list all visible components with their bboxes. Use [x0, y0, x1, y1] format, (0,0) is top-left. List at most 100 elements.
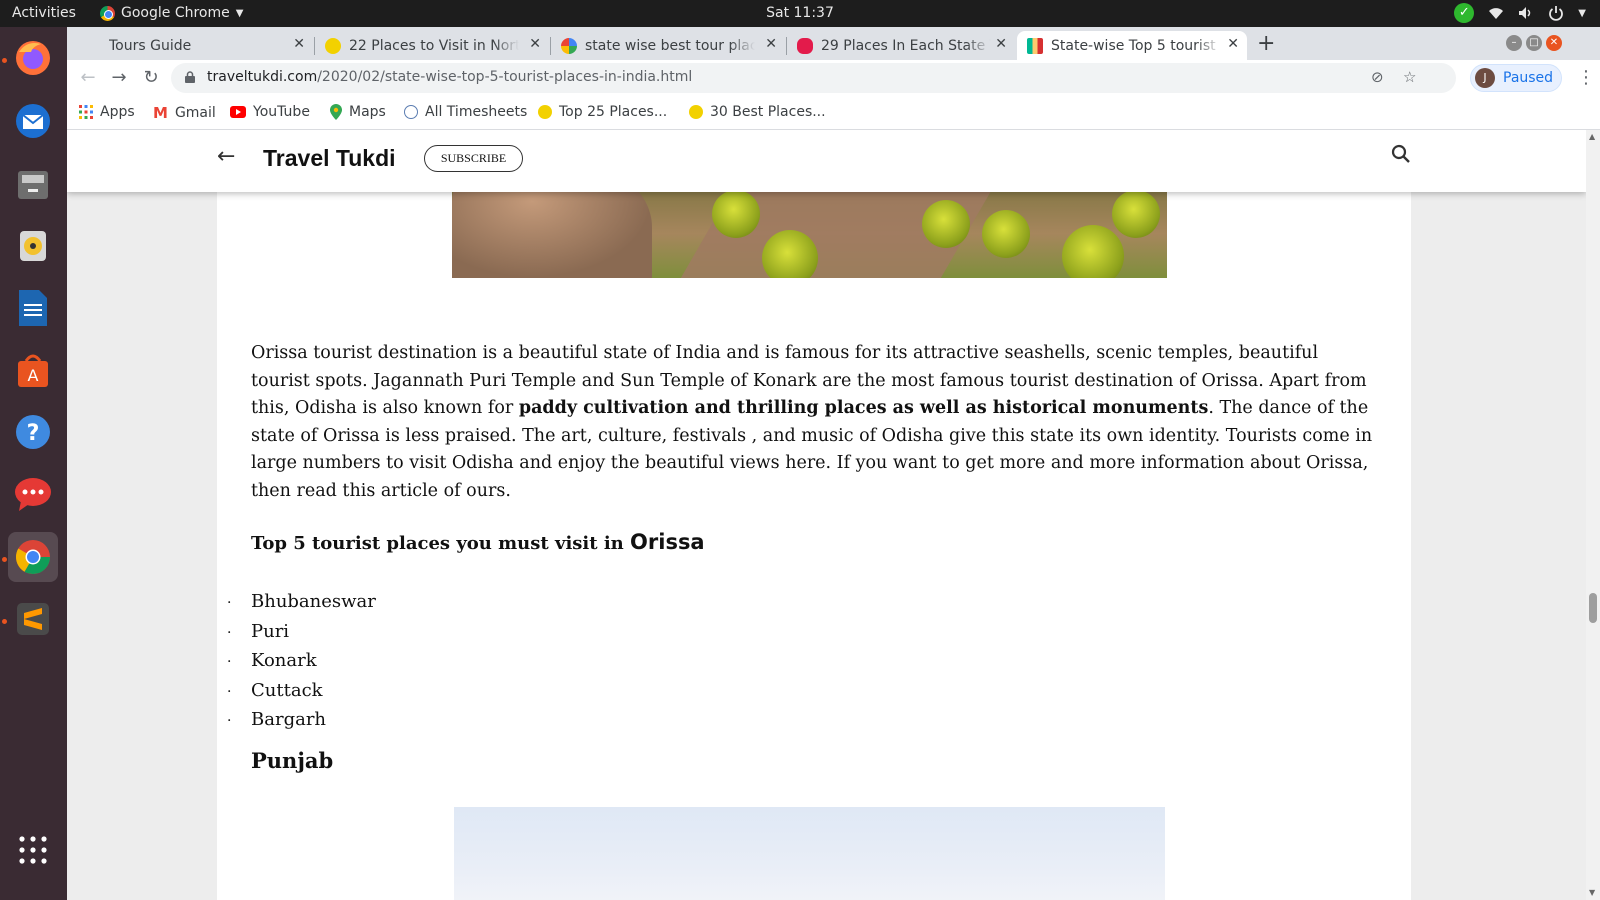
lips-favicon-icon — [797, 37, 813, 54]
tab-tours-guide[interactable]: Tours Guide ✕ — [75, 31, 313, 60]
tab-title: 22 Places to Visit in North — [349, 37, 519, 54]
kebab-menu-icon[interactable]: ⋮ — [1574, 66, 1598, 90]
bush-shape — [712, 190, 760, 238]
activities-button[interactable]: Activities — [12, 5, 76, 21]
scroll-down-icon[interactable]: ▼ — [1589, 888, 1595, 897]
close-icon[interactable]: ✕ — [1227, 36, 1239, 52]
close-icon[interactable]: ✕ — [293, 36, 305, 52]
tab-state-wise-top-5[interactable]: State-wise Top 5 tourist p ✕ — [1017, 31, 1247, 60]
avatar: J — [1475, 68, 1495, 88]
tab-title: State-wise Top 5 tourist p — [1051, 37, 1221, 54]
search-icon[interactable] — [1389, 142, 1413, 166]
bullet: · — [227, 654, 232, 670]
tukdi-icon — [689, 105, 703, 119]
close-icon[interactable]: ✕ — [765, 36, 777, 52]
orissa-paragraph: Orissa tourist destination is a beautifu… — [251, 340, 1381, 505]
tab-29-places[interactable]: 29 Places In Each State Th ✕ — [787, 31, 1015, 60]
wifi-icon[interactable] — [1488, 6, 1504, 20]
tab-22-places[interactable]: 22 Places to Visit in North ✕ — [315, 31, 549, 60]
close-icon[interactable]: ✕ — [995, 36, 1007, 52]
blank-favicon-icon — [85, 38, 101, 54]
list-item: · Bargarh — [227, 706, 376, 736]
apps-grid-icon — [79, 105, 93, 119]
tracking-blocked-eye-icon[interactable]: ⊘ — [1371, 68, 1384, 86]
subscribe-button[interactable]: SUBSCRIBE — [424, 145, 523, 172]
lock-icon[interactable] — [185, 71, 195, 83]
tab-title: 29 Places In Each State Th — [821, 37, 991, 54]
volume-icon[interactable] — [1518, 6, 1534, 20]
chrome-icon[interactable] — [8, 532, 58, 582]
bullet: · — [227, 624, 232, 641]
bookmark-youtube[interactable]: YouTube — [230, 104, 310, 120]
files-icon[interactable] — [8, 159, 58, 209]
sublime-text-icon[interactable] — [8, 594, 58, 644]
power-icon[interactable] — [1548, 5, 1564, 21]
bookmark-apps[interactable]: Apps — [79, 104, 135, 120]
help-icon[interactable]: ? — [8, 407, 58, 457]
profile-button[interactable]: J Paused — [1470, 64, 1562, 92]
caret-down-icon: ▼ — [235, 7, 244, 19]
ubuntu-software-icon[interactable]: A — [8, 345, 58, 395]
maximize-icon[interactable]: □ — [1526, 35, 1542, 51]
address-bar[interactable]: traveltukdi.com/2020/02/state-wise-top-5… — [171, 63, 1456, 93]
list-item: · Puri — [227, 618, 376, 648]
firefox-icon[interactable] — [8, 33, 58, 83]
place-name: Cuttack — [251, 679, 323, 701]
places-list: · Bhubaneswar · Puri · Konark · Cuttack · Bar… — [227, 588, 376, 736]
back-arrow-icon[interactable]: ← — [76, 66, 100, 90]
minimize-icon[interactable]: – — [1506, 35, 1522, 51]
bullet: · — [227, 595, 232, 611]
bookmark-label: All Timesheets — [425, 104, 528, 120]
bush-shape — [922, 200, 970, 248]
site-header: ← Travel Tukdi SUBSCRIBE — [67, 130, 1586, 192]
scroll-up-icon[interactable]: ▲ — [1589, 132, 1595, 141]
bookmark-label: Maps — [349, 104, 386, 120]
thunderbird-icon[interactable] — [8, 96, 58, 146]
update-check-icon[interactable]: ✓ — [1454, 3, 1475, 23]
bookmark-gmail[interactable]: M Gmail — [153, 104, 216, 122]
caret-down-icon[interactable]: ▼ — [1578, 8, 1586, 19]
page-viewport[interactable]: ← Travel Tukdi SUBSCRIBE Orissa tourist … — [67, 130, 1586, 900]
forward-arrow-icon[interactable]: → — [107, 66, 131, 90]
bookmark-all-timesheets[interactable]: All Timesheets — [404, 104, 527, 120]
scrollbar-thumb[interactable] — [1589, 593, 1597, 623]
chat-icon[interactable] — [8, 469, 58, 519]
place-name: Bargarh — [251, 709, 327, 730]
app-menu[interactable]: Google Chrome ▼ — [100, 5, 243, 21]
rhythmbox-icon[interactable] — [8, 221, 58, 271]
system-tray[interactable]: ✓ ▼ — [1454, 3, 1586, 23]
libreoffice-writer-icon[interactable] — [8, 283, 58, 333]
reload-icon[interactable]: ↻ — [139, 66, 163, 90]
url-text[interactable]: traveltukdi.com/2020/02/state-wise-top-5… — [207, 69, 692, 85]
bookmark-label: Gmail — [174, 105, 216, 121]
clock[interactable]: Sat 11:37 — [766, 5, 834, 21]
bush-shape — [1062, 225, 1124, 278]
new-tab-button[interactable]: + — [1257, 31, 1275, 56]
chrome-icon — [100, 5, 115, 21]
back-arrow-icon[interactable]: ← — [217, 144, 235, 169]
running-indicator — [2, 619, 7, 624]
url-domain: traveltukdi.com — [207, 69, 318, 85]
bookmark-label: Top 25 Places... — [559, 104, 668, 120]
bookmark-label: Apps — [100, 104, 135, 120]
bullet: · — [227, 683, 232, 700]
bookmark-maps[interactable]: Maps — [330, 104, 386, 120]
close-icon[interactable]: ✕ — [529, 36, 541, 52]
site-brand[interactable]: Travel Tukdi — [263, 145, 396, 172]
place-name: Puri — [251, 620, 290, 642]
youtube-icon — [230, 106, 246, 118]
show-apps-icon[interactable] — [8, 825, 58, 875]
gnome-top-bar: Activities Google Chrome ▼ Sat 11:37 ✓ ▼ — [0, 0, 1600, 27]
tab-google-search[interactable]: state wise best tour place ✕ — [551, 31, 785, 60]
close-window-icon[interactable]: ✕ — [1546, 35, 1562, 51]
section-title-punjab: Punjab — [251, 748, 334, 773]
profile-status: Paused — [1503, 70, 1554, 86]
page-scrollbar[interactable]: ▲ ▼ — [1586, 130, 1600, 900]
bookmark-30-best-places[interactable]: 30 Best Places... — [689, 104, 826, 120]
url-path: /2020/02/state-wise-top-5-tourist-places… — [317, 69, 693, 85]
bookmark-star-icon[interactable]: ☆ — [1403, 68, 1416, 86]
app-menu-label: Google Chrome — [121, 5, 230, 21]
bookmark-top-25-places[interactable]: Top 25 Places... — [538, 104, 667, 120]
tukdi-icon — [538, 105, 552, 119]
bullet: · — [227, 713, 232, 729]
